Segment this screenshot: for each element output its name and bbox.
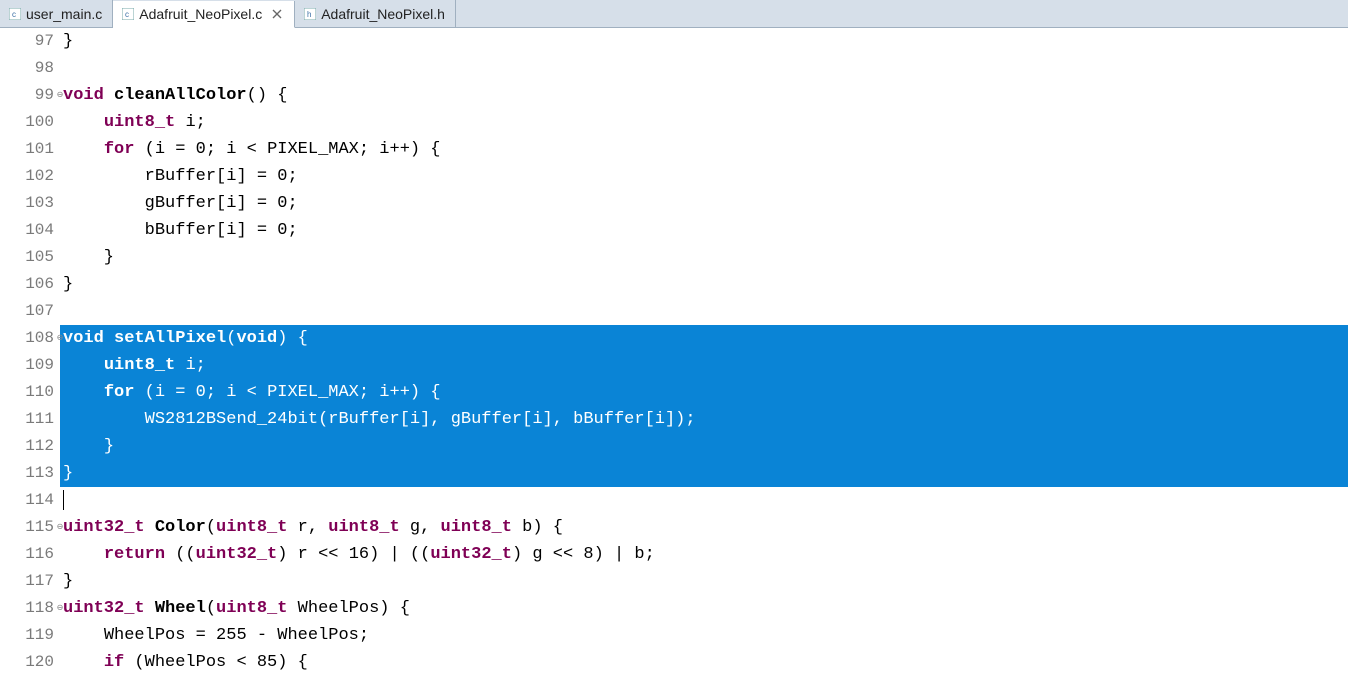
line-number: 114 bbox=[0, 487, 60, 514]
code-line[interactable]: rBuffer[i] = 0; bbox=[60, 163, 1348, 190]
fold-toggle-icon[interactable]: ⊖ bbox=[57, 82, 63, 109]
line-number: 111 bbox=[0, 406, 60, 433]
tab-adafruit-neopixel-h[interactable]: h Adafruit_NeoPixel.h bbox=[295, 0, 456, 27]
tab-label: user_main.c bbox=[26, 6, 102, 22]
code-line[interactable]: } bbox=[60, 28, 1348, 55]
code-line[interactable]: uint8_t i; bbox=[60, 352, 1348, 379]
code-line[interactable]: return ((uint32_t) r << 16) | ((uint32_t… bbox=[60, 541, 1348, 568]
line-number: 104 bbox=[0, 217, 60, 244]
line-number: 117 bbox=[0, 568, 60, 595]
line-number: 103 bbox=[0, 190, 60, 217]
code-line[interactable]: gBuffer[i] = 0; bbox=[60, 190, 1348, 217]
line-number: 113 bbox=[0, 460, 60, 487]
code-editor[interactable]: 979899⊖100101102103104105106107108⊖10911… bbox=[0, 28, 1348, 687]
tab-label: Adafruit_NeoPixel.c bbox=[139, 6, 262, 22]
code-line[interactable]: } bbox=[60, 568, 1348, 595]
svg-text:c: c bbox=[125, 10, 129, 19]
line-number: 107 bbox=[0, 298, 60, 325]
code-line[interactable]: } bbox=[60, 244, 1348, 271]
line-number: 100 bbox=[0, 109, 60, 136]
line-number: 116 bbox=[0, 541, 60, 568]
code-line[interactable] bbox=[60, 487, 1348, 514]
tab-adafruit-neopixel-c[interactable]: c Adafruit_NeoPixel.c bbox=[113, 1, 295, 28]
code-line[interactable]: for (i = 0; i < PIXEL_MAX; i++) { bbox=[60, 136, 1348, 163]
line-number: 112 bbox=[0, 433, 60, 460]
line-number: 110 bbox=[0, 379, 60, 406]
code-line[interactable] bbox=[60, 55, 1348, 82]
tab-label: Adafruit_NeoPixel.h bbox=[321, 6, 445, 22]
fold-toggle-icon[interactable]: ⊖ bbox=[57, 325, 63, 352]
line-number: 101 bbox=[0, 136, 60, 163]
text-cursor bbox=[63, 490, 64, 510]
code-line[interactable]: uint8_t i; bbox=[60, 109, 1348, 136]
line-number: 105 bbox=[0, 244, 60, 271]
svg-text:h: h bbox=[307, 10, 311, 19]
code-line[interactable]: WS2812BSend_24bit(rBuffer[i], gBuffer[i]… bbox=[60, 406, 1348, 433]
line-number: 118⊖ bbox=[0, 595, 60, 622]
line-number: 97 bbox=[0, 28, 60, 55]
code-line[interactable]: void setAllPixel(void) { bbox=[60, 325, 1348, 352]
line-number-gutter: 979899⊖100101102103104105106107108⊖10911… bbox=[0, 28, 60, 687]
line-number: 106 bbox=[0, 271, 60, 298]
code-line[interactable]: uint32_t Wheel(uint8_t WheelPos) { bbox=[60, 595, 1348, 622]
line-number: 99⊖ bbox=[0, 82, 60, 109]
code-line[interactable] bbox=[60, 298, 1348, 325]
code-line[interactable]: } bbox=[60, 271, 1348, 298]
code-line[interactable]: for (i = 0; i < PIXEL_MAX; i++) { bbox=[60, 379, 1348, 406]
line-number: 102 bbox=[0, 163, 60, 190]
line-number: 108⊖ bbox=[0, 325, 60, 352]
line-number: 109 bbox=[0, 352, 60, 379]
fold-toggle-icon[interactable]: ⊖ bbox=[57, 514, 63, 541]
svg-text:c: c bbox=[12, 10, 16, 19]
line-number: 120 bbox=[0, 649, 60, 676]
h-file-icon: h bbox=[303, 7, 317, 21]
tab-bar: c user_main.c c Adafruit_NeoPixel.c h Ad… bbox=[0, 0, 1348, 28]
code-line[interactable]: } bbox=[60, 460, 1348, 487]
code-line[interactable]: void cleanAllColor() { bbox=[60, 82, 1348, 109]
code-line[interactable]: } bbox=[60, 433, 1348, 460]
c-file-icon: c bbox=[8, 7, 22, 21]
code-area[interactable]: } void cleanAllColor() { uint8_t i; for (… bbox=[60, 28, 1348, 687]
line-number: 98 bbox=[0, 55, 60, 82]
code-line[interactable]: uint32_t Color(uint8_t r, uint8_t g, uin… bbox=[60, 514, 1348, 541]
c-file-icon: c bbox=[121, 7, 135, 21]
code-line[interactable]: bBuffer[i] = 0; bbox=[60, 217, 1348, 244]
close-icon[interactable] bbox=[270, 7, 284, 21]
fold-toggle-icon[interactable]: ⊖ bbox=[57, 595, 63, 622]
line-number: 119 bbox=[0, 622, 60, 649]
tab-user-main[interactable]: c user_main.c bbox=[0, 0, 113, 27]
code-line[interactable]: WheelPos = 255 - WheelPos; bbox=[60, 622, 1348, 649]
line-number: 115⊖ bbox=[0, 514, 60, 541]
code-line[interactable]: if (WheelPos < 85) { bbox=[60, 649, 1348, 676]
